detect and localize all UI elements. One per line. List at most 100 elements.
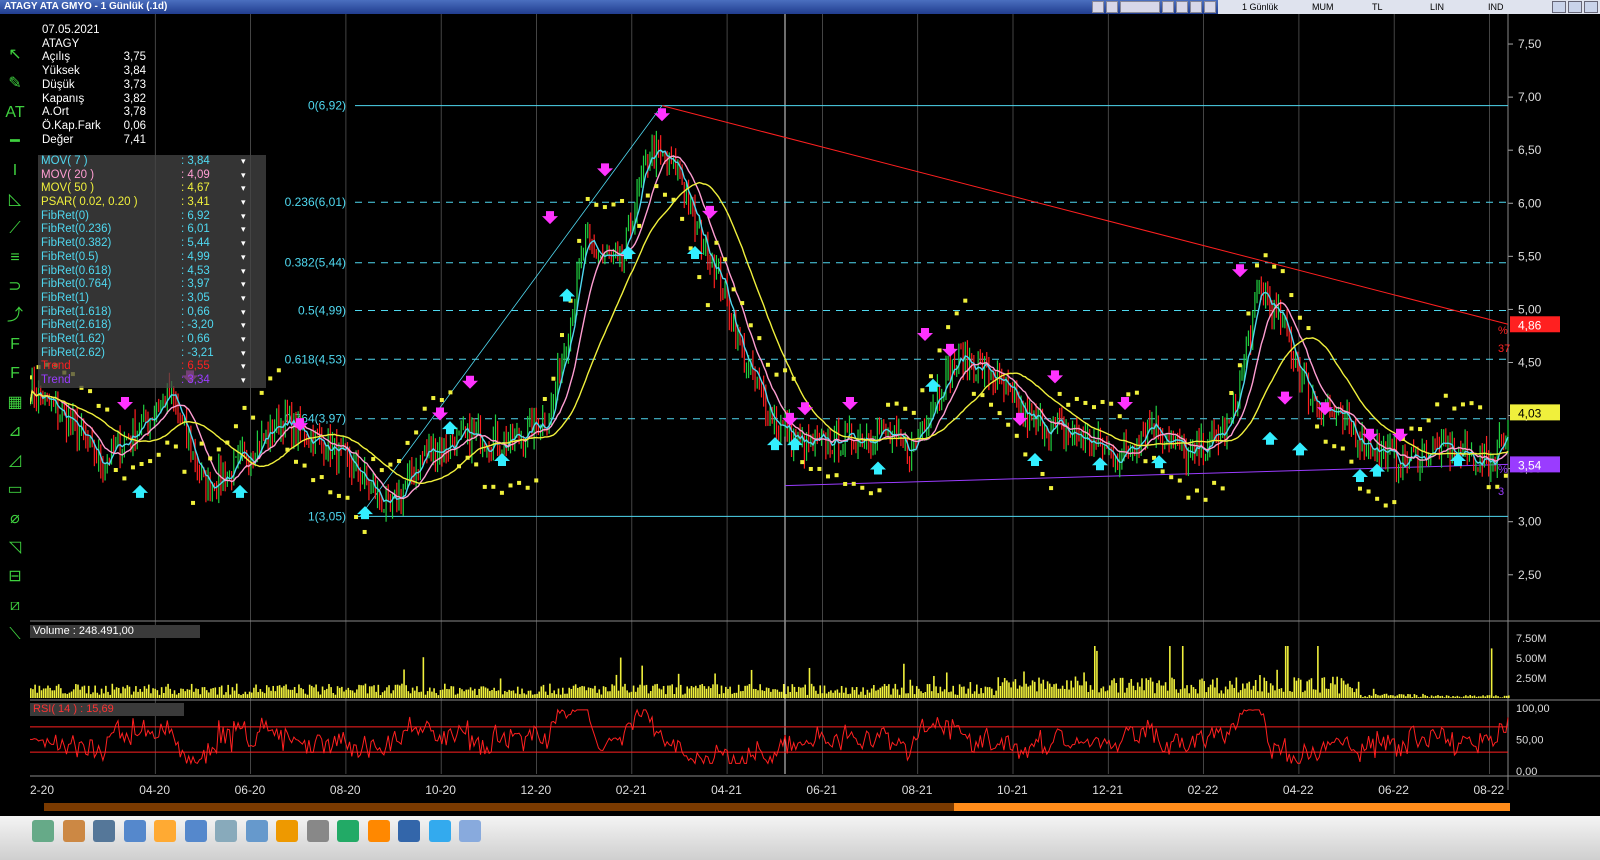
drawing-tool-icon[interactable]: ▦	[4, 392, 26, 414]
legend-row[interactable]: FibRet(2.62): -3,21 ▾	[38, 347, 266, 361]
legend-row[interactable]: FibRet(0.764): 3,97 ▾	[38, 278, 266, 292]
legend-menu-icon[interactable]: ▾	[241, 374, 246, 388]
legend-menu-icon[interactable]: ▾	[241, 182, 246, 196]
drawing-tool-icon[interactable]: ━	[4, 131, 26, 153]
drawing-tool-icon[interactable]: F	[4, 363, 26, 385]
legend-menu-icon[interactable]: ▾	[241, 360, 246, 374]
menu-currency[interactable]: TL	[1372, 0, 1383, 14]
legend-row[interactable]: FibRet(0.236): 6,01 ▾	[38, 223, 266, 237]
tool-icon[interactable]	[1162, 1, 1174, 13]
info-value: 3,75	[123, 51, 146, 64]
drawing-tool-icon[interactable]: ⌀	[4, 508, 26, 530]
drawing-tool-icon[interactable]: ↖	[4, 44, 26, 66]
legend-menu-icon[interactable]: ▾	[241, 333, 246, 347]
drawing-tool-icon[interactable]: ⟍	[4, 624, 26, 646]
drawing-tool-icon[interactable]: ◹	[4, 537, 26, 559]
legend-menu-icon[interactable]: ▾	[241, 319, 246, 333]
volume-bar	[162, 692, 165, 698]
price-chart[interactable]: 7,507,006,506,005,505,004,504,003,503,00…	[30, 14, 1600, 804]
volume-bar	[175, 694, 178, 698]
volume-bar	[1447, 695, 1450, 698]
legend-row[interactable]: FibRet(0.618): 4,53 ▾	[38, 265, 266, 279]
minimize-icon[interactable]	[1552, 1, 1566, 13]
toolbar-button-icon[interactable]	[62, 820, 85, 842]
legend-row[interactable]: FibRet(1): 3,05 ▾	[38, 292, 266, 306]
menu-scale[interactable]: LIN	[1430, 0, 1444, 14]
drawing-tool-icon[interactable]: ⤴	[4, 305, 26, 327]
volume-bar	[1173, 679, 1175, 698]
legend-row[interactable]: FibRet(2.618): -3,20 ▾	[38, 319, 266, 333]
legend-row[interactable]: Trend: 3,34 ▾	[38, 374, 266, 388]
toolbar-button-icon[interactable]	[276, 820, 298, 842]
legend-menu-icon[interactable]: ▾	[241, 265, 246, 279]
legend-row[interactable]: MOV( 50 ): 4,67 ▾	[38, 182, 266, 196]
menu-period[interactable]: 1 Günlük	[1242, 0, 1278, 14]
legend-row[interactable]: PSAR( 0.02, 0.20 ): 3,41 ▾	[38, 196, 266, 210]
toolbar-button-icon[interactable]	[428, 820, 451, 842]
legend-menu-icon[interactable]: ▾	[241, 347, 246, 361]
psar-dot	[954, 311, 959, 316]
maximize-icon[interactable]	[1568, 1, 1582, 13]
legend-menu-icon[interactable]: ▾	[241, 251, 246, 265]
legend-menu-icon[interactable]: ▾	[241, 292, 246, 306]
tool-icon[interactable]	[1092, 1, 1104, 13]
drawing-tool-icon[interactable]: ⊿	[4, 421, 26, 443]
toolbar-button-icon[interactable]	[184, 820, 207, 842]
toolbar-button-icon[interactable]	[459, 820, 481, 842]
toolbar-button-icon[interactable]	[154, 820, 176, 842]
drawing-tool-icon[interactable]: ◿	[4, 450, 26, 472]
drawing-tool-icon[interactable]: ✎	[4, 73, 26, 95]
legend-row[interactable]: Trend: 6,55 ▾	[38, 360, 266, 374]
legend-menu-icon[interactable]: ▾	[241, 210, 246, 224]
psar-dot	[834, 473, 839, 478]
drawing-tool-icon[interactable]: ⧄	[4, 595, 26, 617]
drawing-tool-icon[interactable]: I	[4, 160, 26, 182]
legend-menu-icon[interactable]: ▾	[241, 169, 246, 183]
tool-icon[interactable]	[1106, 1, 1118, 13]
tool-icon[interactable]	[1120, 1, 1160, 13]
drawing-tool-icon[interactable]: ⊃	[4, 276, 26, 298]
tool-icon[interactable]	[1190, 1, 1202, 13]
toolbar-button-icon[interactable]	[32, 820, 54, 842]
tool-icon[interactable]	[1176, 1, 1188, 13]
tool-icon[interactable]	[1204, 1, 1216, 13]
legend-menu-icon[interactable]: ▾	[241, 306, 246, 320]
legend-row[interactable]: FibRet(0.5): 4,99 ▾	[38, 251, 266, 265]
toolbar-button-icon[interactable]	[245, 820, 268, 842]
toolbar-button-icon[interactable]	[306, 820, 329, 842]
legend-row[interactable]: MOV( 7 ): 3,84 ▾	[38, 155, 266, 169]
legend-menu-icon[interactable]: ▾	[241, 196, 246, 210]
legend-menu-icon[interactable]: ▾	[241, 223, 246, 237]
volume-bar	[1143, 690, 1145, 698]
toolbar-button-icon[interactable]	[93, 820, 115, 842]
drawing-tool-icon[interactable]: ⟋	[4, 218, 26, 240]
legend-row[interactable]: FibRet(1.62): 0,66 ▾	[38, 333, 266, 347]
legend-menu-icon[interactable]: ▾	[241, 155, 246, 169]
legend-menu-icon[interactable]: ▾	[241, 237, 246, 251]
toolbar-button-icon[interactable]	[398, 820, 420, 842]
volume-bar	[542, 684, 545, 698]
menu-indicators[interactable]: IND	[1488, 0, 1504, 14]
legend-row[interactable]: FibRet(1.618): 0,66 ▾	[38, 306, 266, 320]
drawing-tool-icon[interactable]: AT	[4, 102, 26, 124]
drawing-tool-icon[interactable]: ≡	[4, 247, 26, 269]
volume-bar	[725, 686, 727, 698]
legend-menu-icon[interactable]: ▾	[241, 278, 246, 292]
drawing-tool-icon[interactable]: ▭	[4, 479, 26, 501]
toolbar-button-icon[interactable]	[123, 820, 146, 842]
menu-candle[interactable]: MUM	[1312, 0, 1334, 14]
drawing-tool-icon[interactable]: ◺	[4, 189, 26, 211]
drawing-tool-icon[interactable]: F	[4, 334, 26, 356]
time-scrollbar[interactable]	[44, 803, 1510, 811]
legend-row[interactable]: FibRet(0): 6,92 ▾	[38, 210, 266, 224]
legend-row[interactable]: FibRet(0.382): 5,44 ▾	[38, 237, 266, 251]
toolbar-button-icon[interactable]	[215, 820, 237, 842]
volume-bar	[1072, 687, 1075, 698]
close-icon[interactable]	[1584, 1, 1598, 13]
drawing-tool-icon[interactable]: ⊟	[4, 566, 26, 588]
volume-bar	[1113, 678, 1115, 698]
legend-row[interactable]: MOV( 20 ): 4,09 ▾	[38, 169, 266, 183]
scrollbar-thumb[interactable]	[954, 803, 1510, 811]
toolbar-button-icon[interactable]	[367, 820, 390, 842]
toolbar-button-icon[interactable]	[337, 820, 359, 842]
